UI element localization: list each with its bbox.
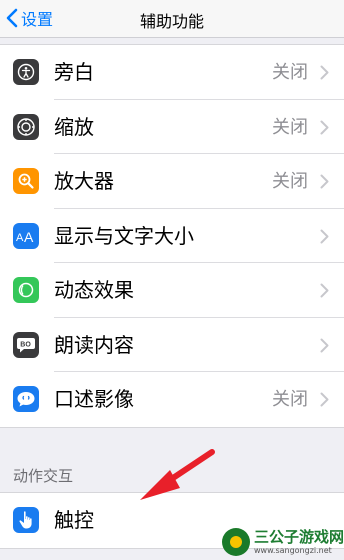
chevron-right-icon bbox=[320, 392, 329, 411]
row-label: 动态效果 bbox=[54, 278, 134, 302]
text-size-icon: A A bbox=[13, 222, 39, 249]
row-motion[interactable]: 动态效果 bbox=[0, 263, 344, 318]
svg-text:BO: BO bbox=[20, 341, 31, 348]
row-label: 触控 bbox=[54, 508, 94, 532]
watermark-name: 三公子游戏网 bbox=[254, 527, 344, 546]
touch-icon bbox=[13, 507, 39, 533]
row-value: 关闭 bbox=[272, 171, 308, 192]
chevron-right-icon bbox=[320, 283, 329, 302]
row-label: 朗读内容 bbox=[54, 332, 134, 357]
motion-icon bbox=[13, 277, 39, 303]
watermark-url: www.sangongzi.net bbox=[254, 545, 332, 555]
magnifier-icon bbox=[13, 168, 39, 194]
chevron-right-icon bbox=[320, 65, 329, 84]
row-value: 关闭 bbox=[272, 62, 308, 83]
row-audio-descriptions[interactable]: 口述影像 关闭 bbox=[0, 372, 344, 427]
chevron-right-icon bbox=[320, 120, 329, 139]
row-label: 口述影像 bbox=[54, 387, 134, 411]
zoom-icon bbox=[13, 113, 39, 140]
row-label: 缩放 bbox=[54, 114, 94, 139]
row-value: 关闭 bbox=[272, 389, 308, 410]
row-value: 关闭 bbox=[272, 116, 308, 138]
chevron-right-icon bbox=[320, 229, 329, 248]
spoken-content-icon: BO bbox=[13, 331, 39, 358]
section-header-physical-motor: 动作交互 bbox=[13, 467, 74, 485]
row-label: 旁白 bbox=[54, 60, 94, 84]
row-zoom[interactable]: 缩放 关闭 bbox=[0, 100, 344, 154]
svg-text:A: A bbox=[16, 232, 24, 244]
watermark-emblem-icon bbox=[222, 527, 250, 556]
audio-description-icon bbox=[13, 386, 39, 412]
chevron-right-icon bbox=[320, 174, 329, 193]
watermark-logo: 三公子游戏网 www.sangongzi.net bbox=[222, 523, 344, 560]
row-label: 显示与文字大小 bbox=[54, 223, 194, 248]
vision-settings-group: 旁白 关闭 缩放 关闭 放大器 关闭 A A 显示与文字大小 动态效果 BO 朗… bbox=[0, 44, 344, 428]
row-display-text-size[interactable]: A A 显示与文字大小 bbox=[0, 209, 344, 263]
chevron-right-icon bbox=[320, 338, 329, 357]
page-title: 辅助功能 bbox=[139, 12, 204, 31]
row-spoken-content[interactable]: BO 朗读内容 bbox=[0, 318, 344, 372]
row-label: 放大器 bbox=[54, 169, 114, 193]
navigation-bar: 设置 辅助功能 bbox=[0, 0, 344, 38]
voiceover-icon bbox=[13, 59, 39, 85]
svg-text:A: A bbox=[24, 229, 34, 244]
row-voiceover[interactable]: 旁白 关闭 bbox=[0, 45, 344, 100]
row-magnifier[interactable]: 放大器 关闭 bbox=[0, 154, 344, 209]
